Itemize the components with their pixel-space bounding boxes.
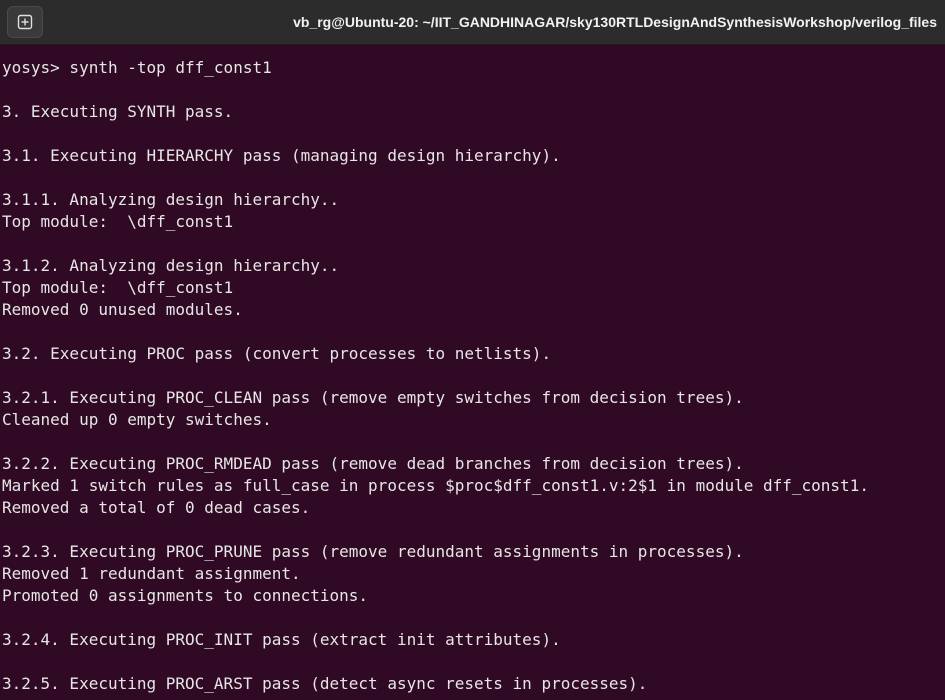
terminal-line: 3.2.2. Executing PROC_RMDEAD pass (remov…: [2, 454, 744, 473]
terminal-line: 3.1.2. Analyzing design hierarchy..: [2, 256, 340, 275]
title-bar: vb_rg@Ubuntu-20: ~/IIT_GANDHINAGAR/sky13…: [0, 0, 945, 45]
new-tab-button[interactable]: [7, 6, 43, 38]
terminal-line: 3.2.1. Executing PROC_CLEAN pass (remove…: [2, 388, 744, 407]
terminal-line: 3.2.3. Executing PROC_PRUNE pass (remove…: [2, 542, 744, 561]
terminal-line: Removed 1 redundant assignment.: [2, 564, 301, 583]
terminal-output[interactable]: yosys> synth -top dff_const1 3. Executing…: [0, 45, 945, 700]
terminal-line: 3.1. Executing HIERARCHY pass (managing …: [2, 146, 561, 165]
terminal-line: 3.2. Executing PROC pass (convert proces…: [2, 344, 552, 363]
terminal-line: 3.2.5. Executing PROC_ARST pass (detect …: [2, 674, 648, 693]
window-title: vb_rg@Ubuntu-20: ~/IIT_GANDHINAGAR/sky13…: [293, 14, 937, 30]
terminal-window: vb_rg@Ubuntu-20: ~/IIT_GANDHINAGAR/sky13…: [0, 0, 945, 700]
terminal-line: Promoted 0 assignments to connections.: [2, 586, 369, 605]
terminal-line: 3.1.1. Analyzing design hierarchy..: [2, 190, 340, 209]
terminal-line: Removed 0 unused modules.: [2, 300, 243, 319]
terminal-line: Top module: \dff_const1: [2, 278, 234, 297]
terminal-line: yosys> synth -top dff_const1: [2, 58, 272, 77]
terminal-line: Top module: \dff_const1: [2, 212, 234, 231]
terminal-line: 3. Executing SYNTH pass.: [2, 102, 234, 121]
terminal-line: Cleaned up 0 empty switches.: [2, 410, 272, 429]
terminal-line: Marked 1 switch rules as full_case in pr…: [2, 476, 869, 495]
terminal-line: Removed a total of 0 dead cases.: [2, 498, 311, 517]
new-tab-plus-icon: [17, 14, 33, 30]
terminal-line: 3.2.4. Executing PROC_INIT pass (extract…: [2, 630, 561, 649]
